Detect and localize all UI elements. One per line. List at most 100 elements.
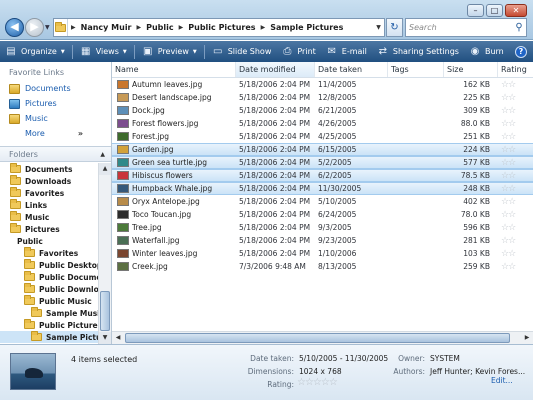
file-row[interactable]: Humpback Whale.jpg 5/18/2006 2:04 PM 11/30…	[112, 182, 533, 195]
organize-button[interactable]: ▤ Organize ▼	[0, 41, 70, 62]
more-links[interactable]: More »	[0, 126, 111, 141]
rating-stars[interactable]: ☆☆	[501, 158, 516, 168]
rating-stars[interactable]: ☆☆	[501, 223, 516, 233]
rating-stars[interactable]: ☆☆	[501, 249, 516, 259]
folder-tree-item[interactable]: Music	[0, 211, 98, 223]
file-row[interactable]: Garden.jpg 5/18/2006 2:04 PM 6/15/2005 224 …	[112, 143, 533, 156]
scroll-left-icon[interactable]: ◀	[112, 332, 124, 344]
folder-tree-item[interactable]: Public Document	[0, 271, 98, 283]
scroll-down-icon[interactable]: ▼	[99, 332, 111, 344]
file-row[interactable]: Hibiscus flowers 5/18/2006 2:04 PM 6/2/200…	[112, 169, 533, 182]
file-row[interactable]: Forest.jpg 5/18/2006 2:04 PM 4/25/2005 251 …	[112, 130, 533, 143]
date-taken-label: Date taken:	[250, 354, 294, 363]
folder-tree-item[interactable]: Favorites	[0, 247, 98, 259]
views-button[interactable]: ▦ Views ▼	[75, 41, 132, 62]
favorite-link-label: Pictures	[25, 99, 57, 108]
column-rating[interactable]: Rating	[498, 62, 533, 77]
folder-tree-item[interactable]: Links	[0, 199, 98, 211]
rating-stars[interactable]: ☆☆	[501, 93, 516, 103]
breadcrumb-chevron-icon[interactable]: ▶	[176, 24, 187, 31]
folder-tree-item[interactable]: Favorites	[0, 187, 98, 199]
rating-stars[interactable]: ☆☆	[501, 171, 516, 181]
preview-button[interactable]: ▣ Preview ▼	[137, 41, 202, 62]
file-row[interactable]: Tree.jpg 5/18/2006 2:04 PM 9/3/2005 596 KB ☆…	[112, 221, 533, 234]
folder-tree-item[interactable]: Documents	[0, 163, 98, 175]
scroll-thumb[interactable]	[100, 291, 110, 331]
folders-header[interactable]: Folders ▲	[0, 146, 111, 162]
slideshow-button[interactable]: ▭ Slide Show	[207, 41, 277, 62]
file-row[interactable]: Creek.jpg 7/3/2006 9:48 AM 8/13/2005 259 KB…	[112, 260, 533, 273]
rating-stars[interactable]: ☆☆	[501, 145, 516, 155]
date-taken-cell: 9/3/2005	[318, 223, 352, 232]
scroll-right-icon[interactable]: ▶	[521, 332, 533, 344]
column-tags[interactable]: Tags	[388, 62, 444, 77]
rating-stars[interactable]: ☆☆	[501, 210, 516, 220]
breadcrumb-nancy-muir[interactable]: Nancy Muir	[79, 23, 134, 32]
folder-tree-item[interactable]: Sample Music	[0, 307, 98, 319]
file-row[interactable]: Waterfall.jpg 5/18/2006 2:04 PM 9/23/2005 2…	[112, 234, 533, 247]
rating-stars[interactable]: ☆☆	[501, 197, 516, 207]
column-date-modified[interactable]: Date modified	[236, 62, 315, 77]
search-icon[interactable]: ⚲	[512, 22, 526, 33]
rating-stars[interactable]: ☆☆	[501, 262, 516, 272]
file-row[interactable]: Dock.jpg 5/18/2006 2:04 PM 6/21/2005 309 KB…	[112, 104, 533, 117]
rating-stars[interactable]: ☆☆	[501, 184, 516, 194]
folder-tree-item[interactable]: Public Download	[0, 283, 98, 295]
rating-stars[interactable]: ☆☆	[501, 132, 516, 142]
folder-tree-item[interactable]: Pictures	[0, 223, 98, 235]
scroll-thumb[interactable]	[125, 333, 510, 343]
folder-tree-scrollbar[interactable]: ▲ ▼	[98, 163, 111, 344]
column-date-taken[interactable]: Date taken	[315, 62, 388, 77]
help-button[interactable]: ?	[515, 45, 527, 58]
file-row[interactable]: Desert landscape.jpg 5/18/2006 2:04 PM 12/…	[112, 91, 533, 104]
file-row[interactable]: Green sea turtle.jpg 5/18/2006 2:04 PM 5/2…	[112, 156, 533, 169]
column-size[interactable]: Size	[444, 62, 498, 77]
folder-tree-item[interactable]: Public	[0, 235, 98, 247]
favorite-link-pictures[interactable]: Pictures	[0, 96, 111, 111]
scroll-up-icon[interactable]: ▲	[99, 163, 111, 175]
minimize-button[interactable]: –	[467, 4, 484, 17]
file-row[interactable]: Forest flowers.jpg 5/18/2006 2:04 PM 4/26/…	[112, 117, 533, 130]
back-button[interactable]: ◀	[5, 18, 24, 37]
folder-tree-item[interactable]: Public Pictures	[0, 319, 98, 331]
refresh-button[interactable]: ↻	[386, 18, 403, 37]
sharing-settings-button[interactable]: ⇄ Sharing Settings	[372, 41, 464, 62]
folder-tree-item[interactable]: Public Music	[0, 295, 98, 307]
edit-link[interactable]: Edit...	[491, 376, 513, 385]
search-input[interactable]: Search	[406, 23, 512, 32]
breadcrumb-sample-pictures[interactable]: Sample Pictures	[268, 23, 345, 32]
favorite-link-music[interactable]: Music	[0, 111, 111, 126]
forward-button[interactable]: ▶	[25, 18, 44, 37]
close-button[interactable]: ✕	[505, 4, 527, 17]
horizontal-scrollbar[interactable]: ◀ ▶	[112, 331, 533, 344]
rating-stars[interactable]: ☆☆	[501, 106, 516, 116]
address-bar[interactable]: ▶ Nancy Muir ▶ Public ▶ Public Pictures …	[53, 18, 385, 37]
size-cell: 259 KB	[463, 262, 490, 271]
search-box[interactable]: Search ⚲	[405, 18, 527, 37]
rating-stars[interactable]: ☆☆	[501, 80, 516, 90]
burn-button[interactable]: ◉ Burn	[464, 41, 509, 62]
favorite-link-documents[interactable]: Documents	[0, 81, 111, 96]
maximize-button[interactable]: □	[486, 4, 503, 17]
breadcrumb-chevron-icon[interactable]: ▶	[258, 24, 269, 31]
breadcrumb-chevron-icon[interactable]: ▶	[134, 24, 145, 31]
email-button[interactable]: ✉ E-mail	[321, 41, 372, 62]
breadcrumb-public[interactable]: Public	[144, 23, 176, 32]
breadcrumb-chevron-icon[interactable]: ▶	[68, 24, 79, 31]
rating-stars[interactable]: ☆☆	[501, 119, 516, 129]
file-row[interactable]: Oryx Antelope.jpg 5/18/2006 2:04 PM 5/10/2…	[112, 195, 533, 208]
breadcrumb-public-pictures[interactable]: Public Pictures	[186, 23, 257, 32]
recent-pages-dropdown[interactable]: ▼	[45, 24, 50, 31]
file-row[interactable]: Winter leaves.jpg 5/18/2006 2:04 PM 1/10/2…	[112, 247, 533, 260]
address-dropdown-icon[interactable]: ▼	[373, 24, 384, 31]
authors-value[interactable]: Jeff Hunter; Kevin Fores...	[430, 367, 525, 376]
column-name[interactable]: Name	[112, 62, 236, 77]
folder-tree-item[interactable]: Downloads	[0, 175, 98, 187]
file-row[interactable]: Toco Toucan.jpg 5/18/2006 2:04 PM 6/24/200…	[112, 208, 533, 221]
folder-tree-item[interactable]: Sample Picture	[0, 331, 98, 343]
file-row[interactable]: Autumn leaves.jpg 5/18/2006 2:04 PM 11/4/2…	[112, 78, 533, 91]
rating-stars[interactable]: ☆☆☆☆☆	[297, 377, 338, 388]
rating-stars[interactable]: ☆☆	[501, 236, 516, 246]
folder-tree-item[interactable]: Public Desktop	[0, 259, 98, 271]
print-button[interactable]: ⎙ Print	[276, 41, 320, 62]
